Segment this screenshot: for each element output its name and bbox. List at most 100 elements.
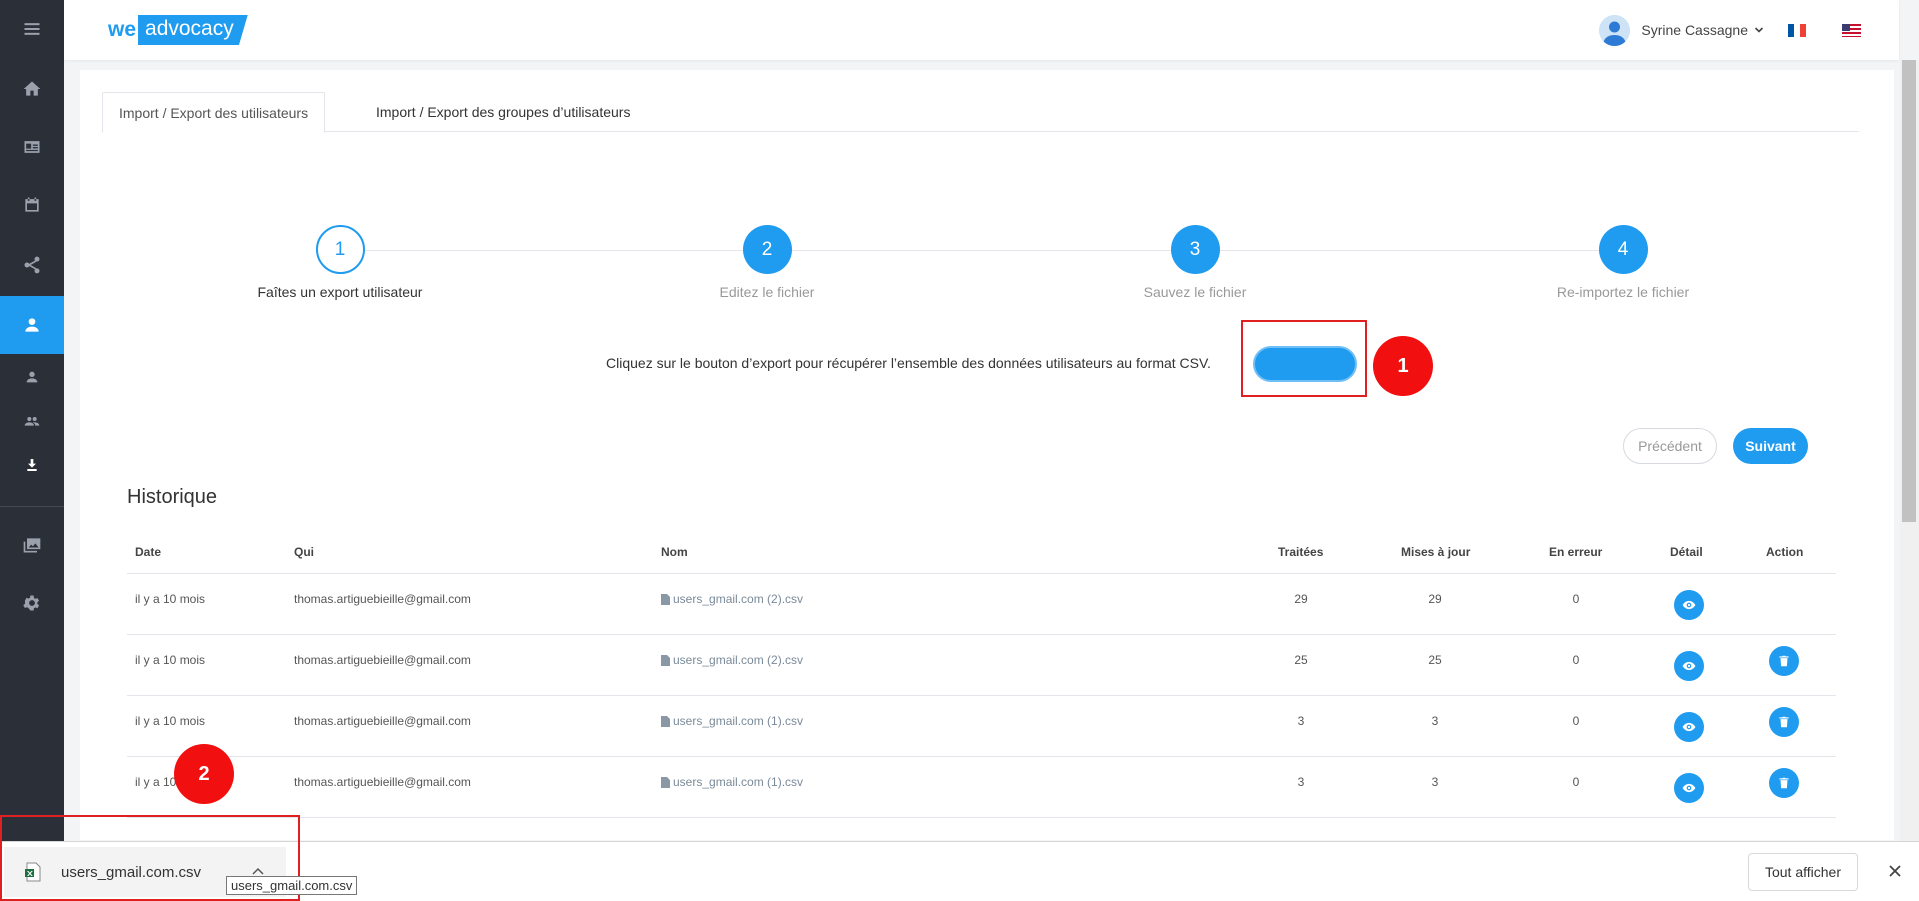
step-3-circle: 3 xyxy=(1170,225,1220,274)
step-1-circle: 1 xyxy=(315,225,365,274)
eye-icon xyxy=(1682,722,1696,732)
cell-updated: 3 xyxy=(1431,775,1439,789)
flag-fr-icon[interactable] xyxy=(1788,23,1806,37)
col-errors: En erreur xyxy=(1549,545,1603,559)
eye-icon xyxy=(1682,661,1696,671)
cell-treated: 25 xyxy=(1294,653,1308,667)
sidebar-item-calendar[interactable] xyxy=(0,176,64,234)
step-3-label: Sauvez le fichier xyxy=(1143,284,1247,300)
home-icon xyxy=(23,81,41,96)
tab-users-import-export[interactable]: Import / Export des utilisateurs xyxy=(102,92,326,133)
sidebar-item-media[interactable] xyxy=(0,516,64,574)
col-updated: Mises à jour xyxy=(1401,545,1471,559)
share-icon xyxy=(24,256,40,274)
id-card-icon xyxy=(24,141,40,153)
cell-errors: 0 xyxy=(1572,775,1580,789)
delete-button[interactable] xyxy=(1769,768,1799,798)
step-2: 2 Editez le fichier xyxy=(657,225,877,300)
logo-brand: advocacy xyxy=(138,15,248,45)
history-title: Historique xyxy=(127,486,218,508)
download-icon xyxy=(27,459,37,471)
delete-button[interactable] xyxy=(1769,646,1799,676)
tab-groups-import-export[interactable]: Import / Export des groupes d’utilisateu… xyxy=(360,92,646,132)
cell-file[interactable]: users_gmail.com (2).csv xyxy=(661,653,803,667)
avatar xyxy=(1599,14,1631,46)
sidebar-item-share[interactable] xyxy=(0,236,64,294)
menu-toggle-button[interactable] xyxy=(0,0,64,58)
cell-date: il y a 10 mois xyxy=(135,653,206,667)
cell-file[interactable]: users_gmail.com (1).csv xyxy=(661,714,803,728)
annotation-badge-1: 1 xyxy=(1373,336,1433,396)
col-action: Action xyxy=(1766,545,1804,559)
logo-we: we xyxy=(108,18,137,41)
detail-button[interactable] xyxy=(1674,773,1704,803)
col-who: Qui xyxy=(294,545,314,559)
cell-errors: 0 xyxy=(1572,653,1580,667)
previous-button[interactable]: Précédent xyxy=(1623,428,1717,464)
cell-updated: 3 xyxy=(1431,714,1439,728)
top-header: we advocacy Syrine Cassagne xyxy=(64,0,1899,60)
detail-button[interactable] xyxy=(1674,712,1704,742)
delete-button[interactable] xyxy=(1769,707,1799,737)
step-1: 1 Faîtes un export utilisateur xyxy=(230,225,450,300)
table-row: il y a 10 mois thomas.artiguebieille@gma… xyxy=(127,696,1836,757)
sidebar-item-users[interactable] xyxy=(0,296,64,354)
file-icon xyxy=(661,715,670,727)
cell-date: il y a 10 mois xyxy=(135,592,206,606)
page-scrollbar[interactable] xyxy=(1900,60,1919,841)
step-4-circle: 4 xyxy=(1598,225,1648,274)
flag-us-icon[interactable] xyxy=(1842,23,1861,37)
file-icon xyxy=(661,593,670,605)
file-name: users_gmail.com (1).csv xyxy=(673,775,804,789)
cell-updated: 25 xyxy=(1428,653,1442,667)
cell-file[interactable]: users_gmail.com (1).csv xyxy=(661,775,803,789)
cell-date: il y a 10 mois xyxy=(135,714,206,728)
person-icon xyxy=(26,371,38,383)
weadvocacy-logo[interactable]: we advocacy xyxy=(108,13,248,47)
sidebar-item-home[interactable] xyxy=(0,60,64,118)
trash-icon xyxy=(1779,655,1789,667)
col-date: Date xyxy=(135,545,162,559)
sidebar xyxy=(0,0,64,901)
table-row: il y a 10 thomas.artiguebieille@gmail.co… xyxy=(127,757,1836,818)
cell-updated: 29 xyxy=(1428,592,1442,606)
cell-treated: 29 xyxy=(1294,592,1308,606)
eye-icon xyxy=(1682,600,1696,610)
user-icon xyxy=(25,318,39,332)
sidebar-subitem-user[interactable] xyxy=(0,355,64,399)
sidebar-item-settings[interactable] xyxy=(0,574,64,632)
step-4: 4 Re-importez le fichier xyxy=(1513,225,1733,300)
step-2-circle: 2 xyxy=(742,225,792,274)
export-instruction: Cliquez sur le bouton d’export pour récu… xyxy=(606,355,1211,371)
cell-treated: 3 xyxy=(1297,775,1305,789)
history-table: Date Qui Nom Traitées Mises à jour En er… xyxy=(127,530,1836,818)
cell-file[interactable]: users_gmail.com (2).csv xyxy=(661,592,803,606)
user-menu[interactable]: Syrine Cassagne xyxy=(1599,14,1861,46)
annotation-badge-2: 2 xyxy=(174,744,234,804)
close-icon[interactable] xyxy=(1886,862,1904,880)
step-2-label: Editez le fichier xyxy=(719,284,815,300)
scrollbar-thumb[interactable] xyxy=(1902,60,1916,522)
table-header-row: Date Qui Nom Traitées Mises à jour En er… xyxy=(127,530,1836,574)
file-name: users_gmail.com (2).csv xyxy=(673,653,804,667)
file-name: users_gmail.com (2).csv xyxy=(673,592,804,606)
col-detail: Détail xyxy=(1670,545,1703,559)
detail-button[interactable] xyxy=(1674,651,1704,681)
step-4-label: Re-importez le fichier xyxy=(1556,284,1690,300)
show-all-downloads-button[interactable]: Tout afficher xyxy=(1748,853,1858,891)
sidebar-item-contents[interactable] xyxy=(0,118,64,176)
table-row: il y a 10 mois thomas.artiguebieille@gma… xyxy=(127,635,1836,696)
trash-icon xyxy=(1779,777,1789,789)
cell-who: thomas.artiguebieille@gmail.com xyxy=(294,592,471,606)
sidebar-divider xyxy=(0,506,64,507)
next-button[interactable]: Suivant xyxy=(1733,428,1808,464)
detail-button[interactable] xyxy=(1674,590,1704,620)
trash-icon xyxy=(1779,716,1789,728)
col-name: Nom xyxy=(661,545,688,559)
col-treated: Traitées xyxy=(1278,545,1324,559)
file-icon xyxy=(661,776,670,788)
cell-date: il y a 10 xyxy=(135,775,177,789)
cell-who: thomas.artiguebieille@gmail.com xyxy=(294,775,471,789)
sidebar-subitem-import-export[interactable] xyxy=(0,443,64,487)
sidebar-subitem-groups[interactable] xyxy=(0,399,64,443)
